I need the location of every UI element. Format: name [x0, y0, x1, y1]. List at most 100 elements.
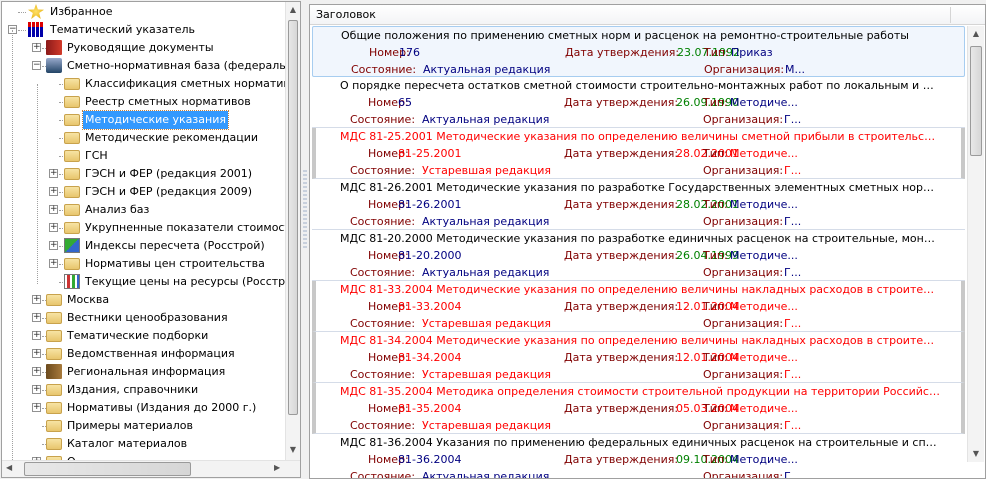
- state-value: Актуальная редакция: [422, 113, 550, 126]
- folder-icon: [46, 294, 62, 306]
- folder-icon: [46, 348, 62, 360]
- expand-icon[interactable]: +: [49, 223, 58, 232]
- scroll-down-arrow[interactable]: ▼: [286, 442, 300, 458]
- tree-horizontal-scrollbar[interactable]: ◀ ▶: [2, 460, 300, 477]
- expand-icon[interactable]: +: [49, 241, 58, 250]
- tree-node[interactable]: − Сметно-нормативная база (федеральная): [2, 57, 285, 75]
- expand-icon[interactable]: +: [49, 169, 58, 178]
- number-value: 65: [398, 96, 412, 109]
- date-label: Дата утверждения:: [565, 46, 680, 59]
- tree-node[interactable]: +О...: [2, 453, 285, 460]
- documents-vertical-scrollbar[interactable]: ▲ ▼: [967, 26, 984, 462]
- tree-node[interactable]: + Вестники ценообразования: [2, 309, 285, 327]
- tree-node[interactable]: + Нормативы (Издания до 2000 г.): [2, 399, 285, 417]
- panel-splitter[interactable]: [303, 170, 307, 250]
- tree-node-label: ГСН: [85, 149, 108, 162]
- tree-node-label: Текущие цены на ресурсы (Росстрой): [85, 275, 285, 288]
- expand-icon[interactable]: +: [32, 367, 41, 376]
- tree-node[interactable]: Методические рекомендации: [2, 129, 285, 147]
- number-value: 81-36.2004: [398, 453, 462, 466]
- expand-icon[interactable]: +: [32, 295, 41, 304]
- date-label: Дата утверждения:: [564, 147, 679, 160]
- document-row[interactable]: МДС 81-34.2004 Методические указания по …: [312, 332, 965, 383]
- tree-node[interactable]: + Анализ баз: [2, 201, 285, 219]
- horizontal-scroll-thumb[interactable]: [24, 462, 191, 476]
- document-row[interactable]: МДС 81-33.2004 Методические указания по …: [312, 281, 965, 332]
- document-row[interactable]: О порядке пересчета остатков сметной сто…: [312, 77, 965, 128]
- tree-node[interactable]: Каталог материалов: [2, 435, 285, 453]
- tree-node-label: Реестр сметных нормативов: [85, 95, 251, 108]
- expand-icon[interactable]: +: [32, 313, 41, 322]
- tree-vertical-scrollbar[interactable]: ▲ ▼: [285, 2, 300, 460]
- scroll-left-arrow[interactable]: ◀: [6, 463, 12, 472]
- document-row[interactable]: Общие положения по применению сметных но…: [312, 26, 965, 77]
- folder-icon: [64, 168, 80, 180]
- scroll-thumb[interactable]: [288, 20, 298, 415]
- state-value: Актуальная редакция: [422, 215, 550, 228]
- tree-node-label: Каталог материалов: [67, 437, 188, 450]
- tree-node[interactable]: Текущие цены на ресурсы (Росстрой): [2, 273, 285, 291]
- document-title: МДС 81-36.2004 Указания по применению фе…: [340, 436, 940, 449]
- folder-icon: [46, 330, 62, 342]
- date-label: Дата утверждения:: [564, 453, 679, 466]
- folder-icon: [64, 204, 80, 216]
- expand-icon[interactable]: +: [49, 259, 58, 268]
- tree-connector: [18, 30, 26, 31]
- expand-icon[interactable]: +: [32, 43, 41, 52]
- tree-node[interactable]: + Москва: [2, 291, 285, 309]
- org-value: Г...: [784, 164, 802, 177]
- org-label: Организация:: [703, 368, 784, 381]
- collapse-icon[interactable]: −: [32, 61, 41, 70]
- document-row[interactable]: МДС 81-36.2004 Указания по применению фе…: [312, 434, 965, 478]
- type-label: Тип:: [703, 351, 728, 364]
- expand-icon[interactable]: +: [32, 403, 41, 412]
- tree-node[interactable]: Классификация сметных нормативов: [2, 75, 285, 93]
- folder-icon: [64, 186, 80, 198]
- org-value: Г...: [784, 215, 802, 228]
- tree-node-label: Методические указания: [82, 110, 229, 130]
- document-row[interactable]: МДС 81-20.2000 Методические указания по …: [312, 230, 965, 281]
- document-row[interactable]: МДС 81-35.2004 Методика определения стои…: [312, 383, 965, 434]
- tree-node[interactable]: − Тематический указатель: [2, 21, 285, 39]
- tree-node[interactable]: + Руководящие документы: [2, 39, 285, 57]
- expand-icon[interactable]: +: [32, 331, 41, 340]
- state-value: Актуальная редакция: [423, 63, 551, 76]
- tree-node[interactable]: ГСН: [2, 147, 285, 165]
- number-value: 81-26.2001: [398, 198, 462, 211]
- scroll-thumb[interactable]: [970, 46, 982, 156]
- number-value: 81-34.2004: [398, 351, 462, 364]
- scroll-down-arrow[interactable]: ▼: [968, 446, 984, 462]
- tree-node[interactable]: Реестр сметных нормативов: [2, 93, 285, 111]
- tree-node[interactable]: + ГЭСН и ФЕР (редакция 2009): [2, 183, 285, 201]
- org-value: Г...: [784, 266, 802, 279]
- tree-node[interactable]: + Издания, справочники: [2, 381, 285, 399]
- scroll-up-arrow[interactable]: ▲: [286, 2, 300, 18]
- tree-connector: [12, 30, 13, 460]
- expand-icon[interactable]: +: [49, 187, 58, 196]
- expand-icon[interactable]: +: [49, 205, 58, 214]
- state-label: Состояние:: [351, 63, 417, 76]
- tree-connector: [18, 12, 26, 13]
- tree-node[interactable]: + Индексы пересчета (Росстрой): [2, 237, 285, 255]
- folder-icon: [46, 312, 62, 324]
- tree-node[interactable]: Методические указания: [2, 110, 285, 130]
- tree-node[interactable]: + Региональная информация: [2, 363, 285, 381]
- tree-node[interactable]: + Укрупненные показатели стоимости строит…: [2, 219, 285, 237]
- document-row[interactable]: МДС 81-26.2001 Методические указания по …: [312, 179, 965, 230]
- column-header-title[interactable]: Заголовок: [310, 5, 985, 25]
- scroll-right-arrow[interactable]: ▶: [274, 463, 280, 472]
- tree-node[interactable]: + ГЭСН и ФЕР (редакция 2001): [2, 165, 285, 183]
- scroll-up-arrow[interactable]: ▲: [968, 26, 984, 42]
- tree-node[interactable]: Избранное: [2, 3, 285, 21]
- org-label: Организация:: [703, 317, 784, 330]
- org-label: Организация:: [703, 470, 784, 478]
- document-row[interactable]: МДС 81-25.2001 Методические указания по …: [312, 128, 965, 179]
- org-label: Организация:: [703, 215, 784, 228]
- tree-node[interactable]: + Ведомственная информация: [2, 345, 285, 363]
- tree-node[interactable]: Примеры материалов: [2, 417, 285, 435]
- type-value: Методиче...: [730, 453, 798, 466]
- tree-node[interactable]: + Нормативы цен строительства: [2, 255, 285, 273]
- expand-icon[interactable]: +: [32, 385, 41, 394]
- expand-icon[interactable]: +: [32, 349, 41, 358]
- tree-node[interactable]: + Тематические подборки: [2, 327, 285, 345]
